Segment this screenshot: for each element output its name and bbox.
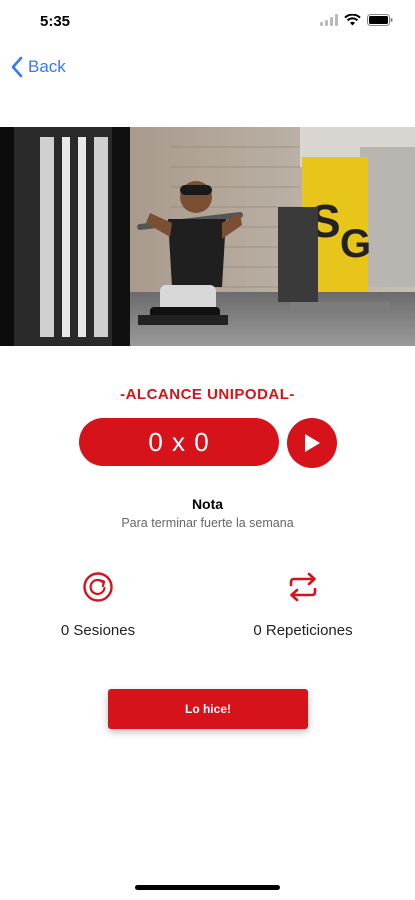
play-icon <box>305 434 320 452</box>
note-title: Nota <box>191 496 224 512</box>
done-button[interactable]: Lo hice! <box>108 689 308 729</box>
repetitions-label: 0 Repeticiones <box>253 622 353 639</box>
svg-text:G: G <box>340 222 371 266</box>
status-bar: 5:35 <box>0 0 415 44</box>
back-button[interactable]: Back <box>10 52 66 82</box>
exercise-video[interactable]: S G <box>0 127 415 346</box>
sessions-label: 0 Sesiones <box>60 622 136 639</box>
wifi-icon <box>344 14 361 26</box>
battery-icon <box>367 14 393 26</box>
sessions-stat: 0 Sesiones <box>8 570 188 639</box>
status-time: 5:35 <box>40 13 71 30</box>
chevron-left-icon <box>11 56 23 78</box>
back-label: Back <box>28 57 66 76</box>
signal-icon <box>320 14 338 26</box>
status-icons <box>320 14 393 26</box>
note-text: Para terminar fuerte la semana <box>121 516 294 530</box>
exercise-title: -ALCANCE UNIPODAL- <box>120 386 295 403</box>
home-indicator[interactable] <box>135 885 280 890</box>
play-button[interactable] <box>287 418 337 468</box>
sets-reps-counter: 0 x 0 <box>79 418 279 466</box>
repeat-icon <box>289 572 317 602</box>
refresh-circle-icon <box>83 572 113 602</box>
exercise-video-frame: S G <box>0 127 415 346</box>
repetitions-stat: 0 Repeticiones <box>213 570 393 639</box>
